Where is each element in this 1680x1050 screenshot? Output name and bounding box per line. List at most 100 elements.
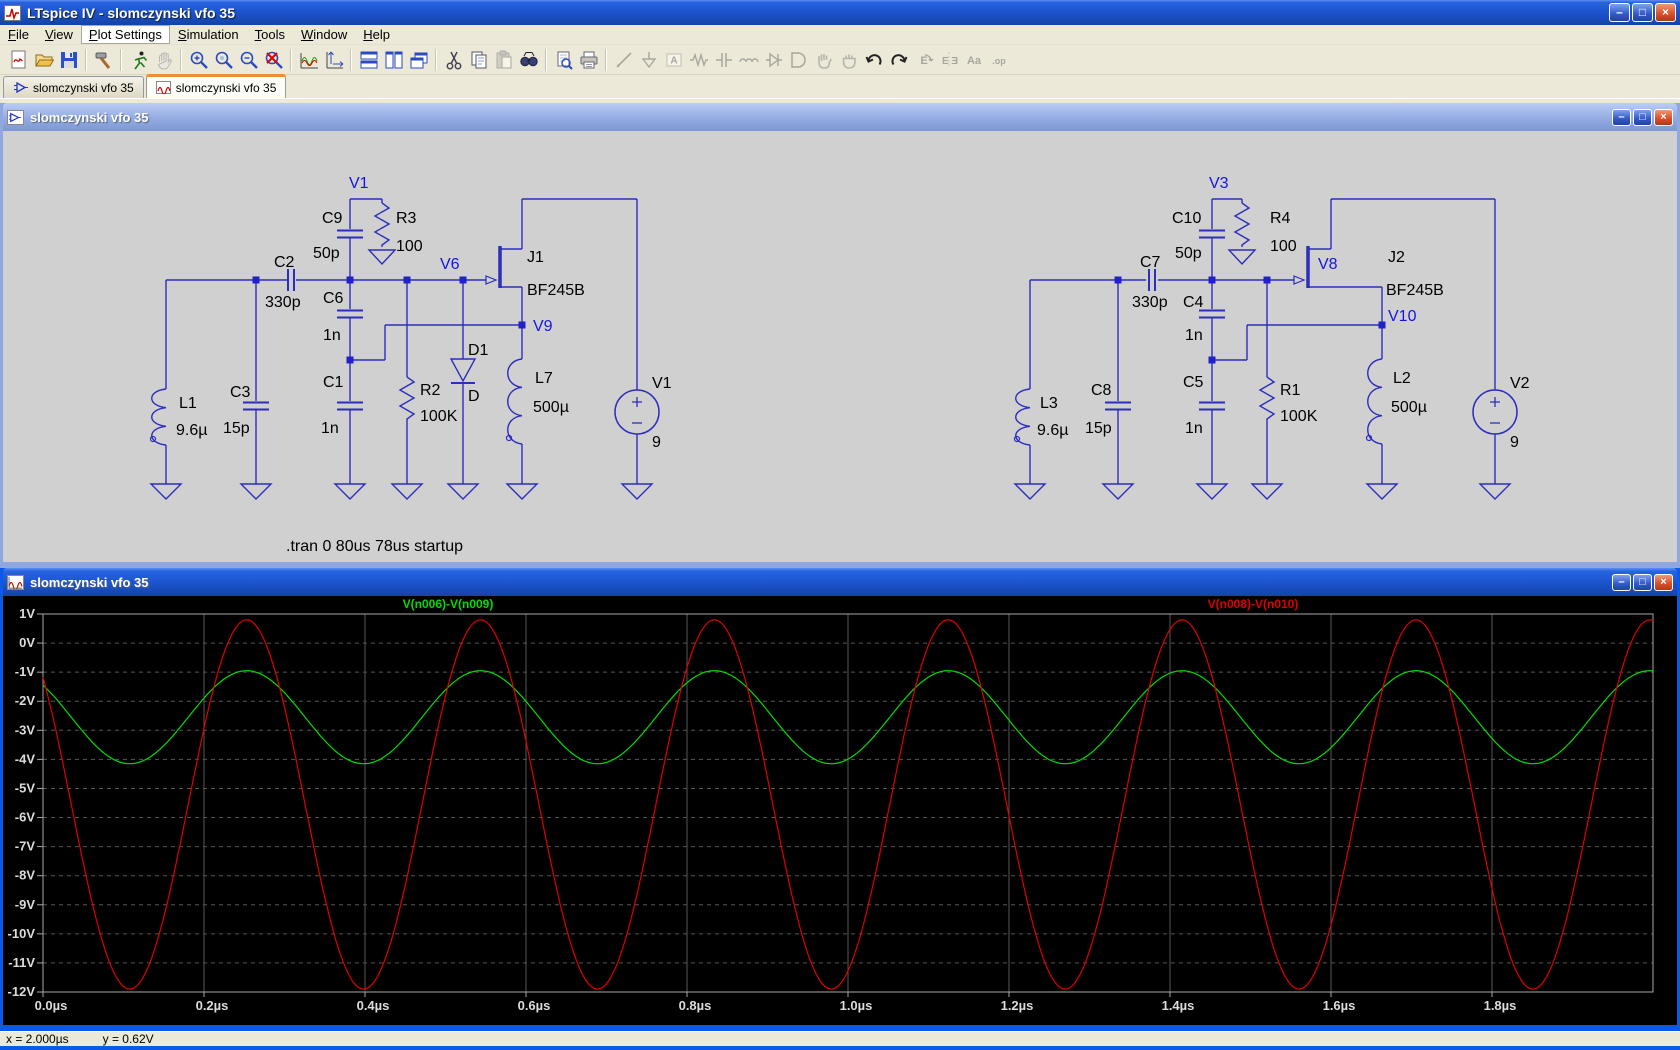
- x-tick-1.0µs: 1.0µs: [840, 998, 873, 1013]
- schematic-label-15p-22: 15p: [223, 420, 250, 437]
- y-tick--1V: -1V: [15, 664, 36, 679]
- minimize-button[interactable]: –: [1612, 574, 1631, 591]
- schematic-label-C9-1: C9: [322, 210, 343, 227]
- toolbar: AEEEAa.op: [0, 45, 1680, 75]
- schematic-window: slomczynski vfo 35 –□× V1C950pR3100C2330…: [0, 103, 1680, 568]
- ltspice-application: LTspice IV - slomczynski vfo 35 –□× File…: [0, 0, 1680, 1050]
- diode-tool-icon[interactable]: [761, 48, 786, 72]
- move-tool-icon[interactable]: [811, 48, 836, 72]
- copy-icon[interactable]: [466, 48, 491, 72]
- wire-tool-icon[interactable]: [611, 48, 636, 72]
- schematic-label-R4-30: R4: [1270, 210, 1291, 227]
- schematic-label-V3-27: V3: [1209, 175, 1229, 192]
- halt-icon[interactable]: [151, 48, 176, 72]
- new-schematic-icon[interactable]: [6, 48, 31, 72]
- minimize-button[interactable]: –: [1609, 3, 1630, 22]
- trace-label-red[interactable]: V(n008)-V(n010): [1208, 597, 1299, 611]
- app-title: LTspice IV - slomczynski vfo 35: [27, 5, 235, 21]
- undo-icon[interactable]: [861, 48, 886, 72]
- restore-button[interactable]: □: [1633, 574, 1652, 591]
- capacitor-tool-icon[interactable]: [711, 48, 736, 72]
- toolbar-separator: [605, 49, 607, 71]
- waveform-plot-area[interactable]: 1V0V-1V-2V-3V-4V-5V-6V-7V-8V-9V-10V-11V-…: [3, 596, 1677, 1025]
- zoom-undo-icon[interactable]: [261, 48, 286, 72]
- waveform-tab-icon: [156, 81, 171, 94]
- schematic-label-9.6_-20: 9.6µ: [176, 422, 207, 439]
- schematic-label-R2-15: R2: [420, 382, 441, 399]
- label-tool-icon[interactable]: A: [661, 48, 686, 72]
- menu-help[interactable]: Help: [355, 25, 398, 44]
- schematic-window-title-bar: slomczynski vfo 35 –□×: [3, 103, 1677, 131]
- autorange-y-icon[interactable]: [296, 48, 321, 72]
- close-button[interactable]: ×: [1654, 574, 1673, 591]
- resistor-tool-icon[interactable]: [686, 48, 711, 72]
- restore-button[interactable]: □: [1632, 3, 1653, 22]
- ground-tool-icon[interactable]: [636, 48, 661, 72]
- menu-window[interactable]: Window: [293, 25, 355, 44]
- zoom-out-icon[interactable]: [236, 48, 261, 72]
- waveform-chart: 1V0V-1V-2V-3V-4V-5V-6V-7V-8V-9V-10V-11V-…: [3, 596, 1677, 1025]
- schematic-label-V1-0: V1: [349, 175, 369, 192]
- toolbar-separator: [545, 49, 547, 71]
- schematic-label-L7-23: L7: [535, 370, 553, 387]
- control-panel-icon[interactable]: [91, 48, 116, 72]
- cut-icon[interactable]: [441, 48, 466, 72]
- mirror-tool-icon[interactable]: EE: [936, 48, 961, 72]
- zoom-extents-icon[interactable]: [211, 48, 236, 72]
- menu-file[interactable]: File: [0, 25, 37, 44]
- menu-plot-settings[interactable]: Plot Settings: [81, 25, 170, 44]
- tab-1-schematic[interactable]: slomczynski vfo 35: [3, 76, 144, 98]
- tile-horizontal-icon[interactable]: [381, 48, 406, 72]
- tab-2-waveform[interactable]: slomczynski vfo 35: [146, 74, 287, 98]
- trace-label-green[interactable]: V(n006)-V(n009): [403, 597, 494, 611]
- toolbar-separator: [290, 49, 292, 71]
- schematic-label-V10-39: V10: [1388, 308, 1417, 325]
- open-icon[interactable]: [31, 48, 56, 72]
- schematic-canvas[interactable]: V1C950pR3100C2330pC61nV6J1BF245BV9C11nR2…: [3, 131, 1677, 562]
- redo-icon[interactable]: [886, 48, 911, 72]
- schematic-window-icon: [7, 110, 24, 125]
- rotate-tool-icon[interactable]: E: [911, 48, 936, 72]
- x-tick-0.6µs: 0.6µs: [518, 998, 551, 1013]
- component-tool-icon[interactable]: [786, 48, 811, 72]
- schematic-label-100-31: 100: [1270, 238, 1297, 255]
- y-tick-1V: 1V: [19, 606, 35, 621]
- drag-tool-icon[interactable]: [836, 48, 861, 72]
- schematic-label-C2-5: C2: [274, 254, 295, 271]
- spice-directive-tool-icon[interactable]: .op: [986, 48, 1011, 72]
- manual-limits-icon[interactable]: [321, 48, 346, 72]
- find-icon[interactable]: [516, 48, 541, 72]
- cursor-x-readout: x = 2.000µs: [6, 1032, 69, 1046]
- menu-tools[interactable]: Tools: [247, 25, 293, 44]
- y-tick--11V: -11V: [8, 955, 35, 970]
- schematic-label-15p-47: 15p: [1085, 420, 1112, 437]
- close-button[interactable]: ×: [1655, 3, 1676, 22]
- schematic-label-J1-10: J1: [527, 249, 544, 266]
- toolbar-separator: [120, 49, 122, 71]
- zoom-in-icon[interactable]: [186, 48, 211, 72]
- menu-simulation[interactable]: Simulation: [170, 25, 247, 44]
- inductor-tool-icon[interactable]: [736, 48, 761, 72]
- paste-icon[interactable]: [491, 48, 516, 72]
- cascade-windows-icon[interactable]: [406, 48, 431, 72]
- tile-vertical-icon[interactable]: [356, 48, 381, 72]
- window-bottom-frame: [0, 1046, 1680, 1050]
- print-icon[interactable]: [576, 48, 601, 72]
- schematic-label-1n-41: 1n: [1185, 420, 1203, 437]
- menu-view[interactable]: View: [37, 25, 81, 44]
- schematic-label-R3-3: R3: [396, 210, 417, 227]
- restore-button[interactable]: □: [1633, 109, 1652, 126]
- app-icon: [4, 5, 21, 21]
- tab-label: slomczynski vfo 35: [176, 81, 277, 95]
- schematic-label-9-51: 9: [1510, 434, 1519, 451]
- print-preview-icon[interactable]: [551, 48, 576, 72]
- minimize-button[interactable]: –: [1612, 109, 1631, 126]
- schematic-label-9-26: 9: [652, 434, 661, 451]
- schematic-label-50p-2: 50p: [313, 245, 340, 262]
- run-icon[interactable]: [126, 48, 151, 72]
- save-icon[interactable]: [56, 48, 81, 72]
- text-tool-icon[interactable]: Aa: [961, 48, 986, 72]
- schematic-label-50p-29: 50p: [1175, 245, 1202, 262]
- close-button[interactable]: ×: [1654, 109, 1673, 126]
- toolbar-separator: [350, 49, 352, 71]
